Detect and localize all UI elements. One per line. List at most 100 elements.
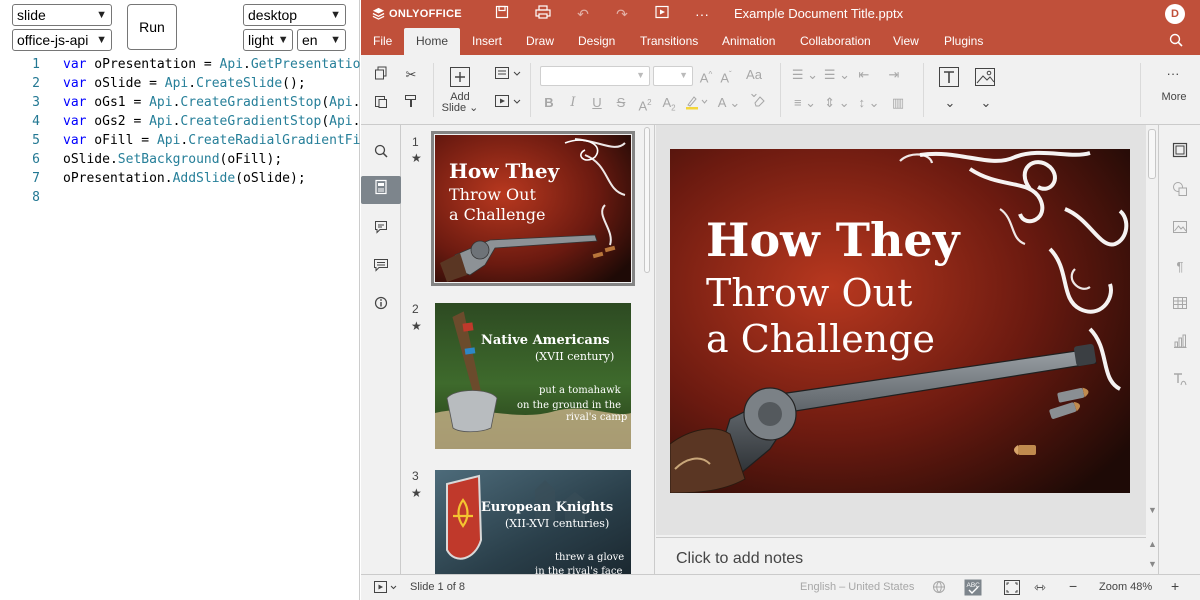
- code-line[interactable]: 8: [0, 188, 360, 207]
- underline-icon[interactable]: U: [588, 94, 606, 112]
- line-spacing-icon[interactable]: ↕ ⌄: [855, 94, 883, 112]
- slide-stage[interactable]: How They Throw Out a Challenge: [656, 125, 1146, 535]
- code-editor[interactable]: 1 var oPresentation = Api.GetPresentation…: [0, 55, 360, 207]
- image-settings-icon[interactable]: [1170, 219, 1190, 239]
- align-horizontal-icon[interactable]: ≡ ⌄: [791, 94, 819, 112]
- slide-subtitle[interactable]: a Challenge: [706, 317, 935, 361]
- more-options-icon[interactable]: ···: [693, 5, 711, 23]
- align-vertical-icon[interactable]: ⇕ ⌄: [823, 94, 851, 112]
- font-name-combo[interactable]: ▼: [540, 66, 650, 86]
- subscript-icon[interactable]: A2: [660, 94, 678, 113]
- run-button[interactable]: Run: [127, 4, 177, 50]
- decrease-indent-icon[interactable]: ⇤: [855, 66, 873, 84]
- tab-file[interactable]: File: [361, 28, 404, 55]
- italic-icon[interactable]: I: [564, 94, 582, 112]
- tab-insert[interactable]: Insert: [460, 28, 514, 55]
- code-line[interactable]: 3 var oGs1 = Api.CreateGradientStop(Api.C: [0, 93, 360, 112]
- print-icon[interactable]: [534, 5, 552, 23]
- notes-panel[interactable]: Click to add notes: [656, 537, 1146, 574]
- columns-icon[interactable]: ▥: [889, 94, 907, 112]
- text-box-icon[interactable]: [938, 66, 960, 88]
- table-settings-icon[interactable]: [1170, 295, 1190, 315]
- chevron-down-icon[interactable]: ▼: [1148, 505, 1157, 515]
- start-slideshow-icon[interactable]: [653, 5, 671, 23]
- tab-view[interactable]: View: [881, 28, 931, 55]
- redo-icon[interactable]: ↷: [613, 5, 631, 23]
- superscript-icon[interactable]: A2: [636, 94, 654, 113]
- add-slide-button[interactable]: Add Slide ⌄: [439, 92, 481, 114]
- paragraph-settings-icon[interactable]: ¶: [1170, 257, 1190, 277]
- fit-width-icon[interactable]: ⇿: [1034, 579, 1046, 596]
- comments-icon[interactable]: [369, 217, 393, 241]
- search-icon[interactable]: [1169, 33, 1183, 50]
- shape-settings-icon[interactable]: [1170, 181, 1190, 201]
- paste-icon[interactable]: [372, 94, 390, 112]
- more-button[interactable]: More: [1157, 92, 1191, 103]
- font-color-icon[interactable]: A ⌄: [717, 94, 741, 112]
- stage-scrollbar[interactable]: ▼: [1146, 125, 1158, 535]
- bold-icon[interactable]: B: [540, 94, 558, 112]
- language-status[interactable]: English – United States: [800, 581, 914, 593]
- notes-scrollbar[interactable]: ▲ ▼: [1146, 537, 1158, 574]
- slides-panel-icon[interactable]: [361, 176, 401, 204]
- search-icon[interactable]: [369, 141, 393, 165]
- font-size-combo[interactable]: ▼: [653, 66, 693, 86]
- slide-thumbnail-3[interactable]: European Knights (XII-XVI centuries) thr…: [435, 470, 631, 574]
- chevron-down-icon[interactable]: ⌄: [941, 94, 959, 112]
- copy-icon[interactable]: [372, 66, 390, 84]
- slide-thumbnails[interactable]: 1 ★ How They Throw Out a Challenge 2 ★ N…: [402, 125, 655, 574]
- tab-transitions[interactable]: Transitions: [628, 28, 710, 55]
- slideshow-play-icon[interactable]: [373, 580, 399, 597]
- language-select[interactable]: en ▼: [297, 29, 346, 51]
- chevron-down-icon[interactable]: ▼: [1148, 559, 1157, 569]
- slide-thumbnail-2[interactable]: Native Americans (XVII century) put a to…: [435, 303, 631, 449]
- more-icon[interactable]: ···: [1164, 65, 1182, 83]
- editor-type-select[interactable]: slide ▼: [12, 4, 112, 26]
- tab-collaboration[interactable]: Collaboration: [788, 28, 883, 55]
- highlight-color-icon[interactable]: [684, 94, 710, 112]
- slide-size-icon[interactable]: [493, 94, 523, 112]
- api-version-select[interactable]: office-js-api ▼: [12, 29, 112, 51]
- avatar[interactable]: D: [1165, 4, 1185, 24]
- current-slide[interactable]: How They Throw Out a Challenge: [670, 149, 1130, 493]
- tab-draw[interactable]: Draw: [514, 28, 566, 55]
- text-art-settings-icon[interactable]: [1170, 371, 1190, 391]
- cut-icon[interactable]: ✂: [402, 66, 420, 84]
- code-line[interactable]: 6 oSlide.SetBackground(oFill);: [0, 150, 360, 169]
- theme-select[interactable]: light ▼: [243, 29, 293, 51]
- zoom-level[interactable]: Zoom 48%: [1099, 581, 1152, 593]
- platform-select[interactable]: desktop ▼: [243, 4, 346, 26]
- increase-indent-icon[interactable]: ⇥: [885, 66, 903, 84]
- strikethrough-icon[interactable]: S: [612, 94, 630, 112]
- code-line[interactable]: 4 var oGs2 = Api.CreateGradientStop(Api.C: [0, 112, 360, 131]
- fit-slide-icon[interactable]: [1003, 579, 1021, 599]
- increase-font-icon[interactable]: A^: [697, 66, 715, 85]
- code-line[interactable]: 2 var oSlide = Api.CreateSlide();: [0, 74, 360, 93]
- slide-thumbnail-1[interactable]: How They Throw Out a Challenge: [431, 131, 635, 286]
- clear-style-icon[interactable]: [750, 94, 768, 112]
- chevron-up-icon[interactable]: ▲: [1148, 539, 1157, 549]
- zoom-out-icon[interactable]: −: [1069, 578, 1077, 594]
- chat-icon[interactable]: [369, 255, 393, 279]
- tab-animation[interactable]: Animation: [710, 28, 787, 55]
- slide-title[interactable]: How They: [706, 213, 959, 267]
- save-icon[interactable]: [493, 5, 511, 23]
- undo-icon[interactable]: ↶: [574, 5, 592, 23]
- tab-design[interactable]: Design: [566, 28, 627, 55]
- info-icon[interactable]: [369, 293, 393, 317]
- tab-home[interactable]: Home: [404, 28, 461, 55]
- globe-icon[interactable]: [932, 580, 946, 597]
- code-line[interactable]: 1 var oPresentation = Api.GetPresentation: [0, 55, 360, 74]
- spell-check-icon[interactable]: ABC: [964, 579, 982, 599]
- code-line[interactable]: 5 var oFill = Api.CreateRadialGradientFil: [0, 131, 360, 150]
- code-line[interactable]: 7 oPresentation.AddSlide(oSlide);: [0, 169, 360, 188]
- change-case-icon[interactable]: Aa ⌄: [741, 66, 767, 100]
- decrease-font-icon[interactable]: Aˇ: [717, 66, 735, 85]
- add-slide-icon[interactable]: [449, 66, 471, 88]
- bullets-icon[interactable]: ☰ ⌄: [791, 66, 819, 84]
- slide-settings-icon[interactable]: [1170, 142, 1190, 162]
- thumbnails-scrollbar[interactable]: [642, 125, 652, 275]
- notes-placeholder[interactable]: Click to add notes: [676, 550, 803, 568]
- chevron-down-icon[interactable]: ⌄: [977, 94, 995, 112]
- numbering-icon[interactable]: ☰ ⌄: [823, 66, 851, 84]
